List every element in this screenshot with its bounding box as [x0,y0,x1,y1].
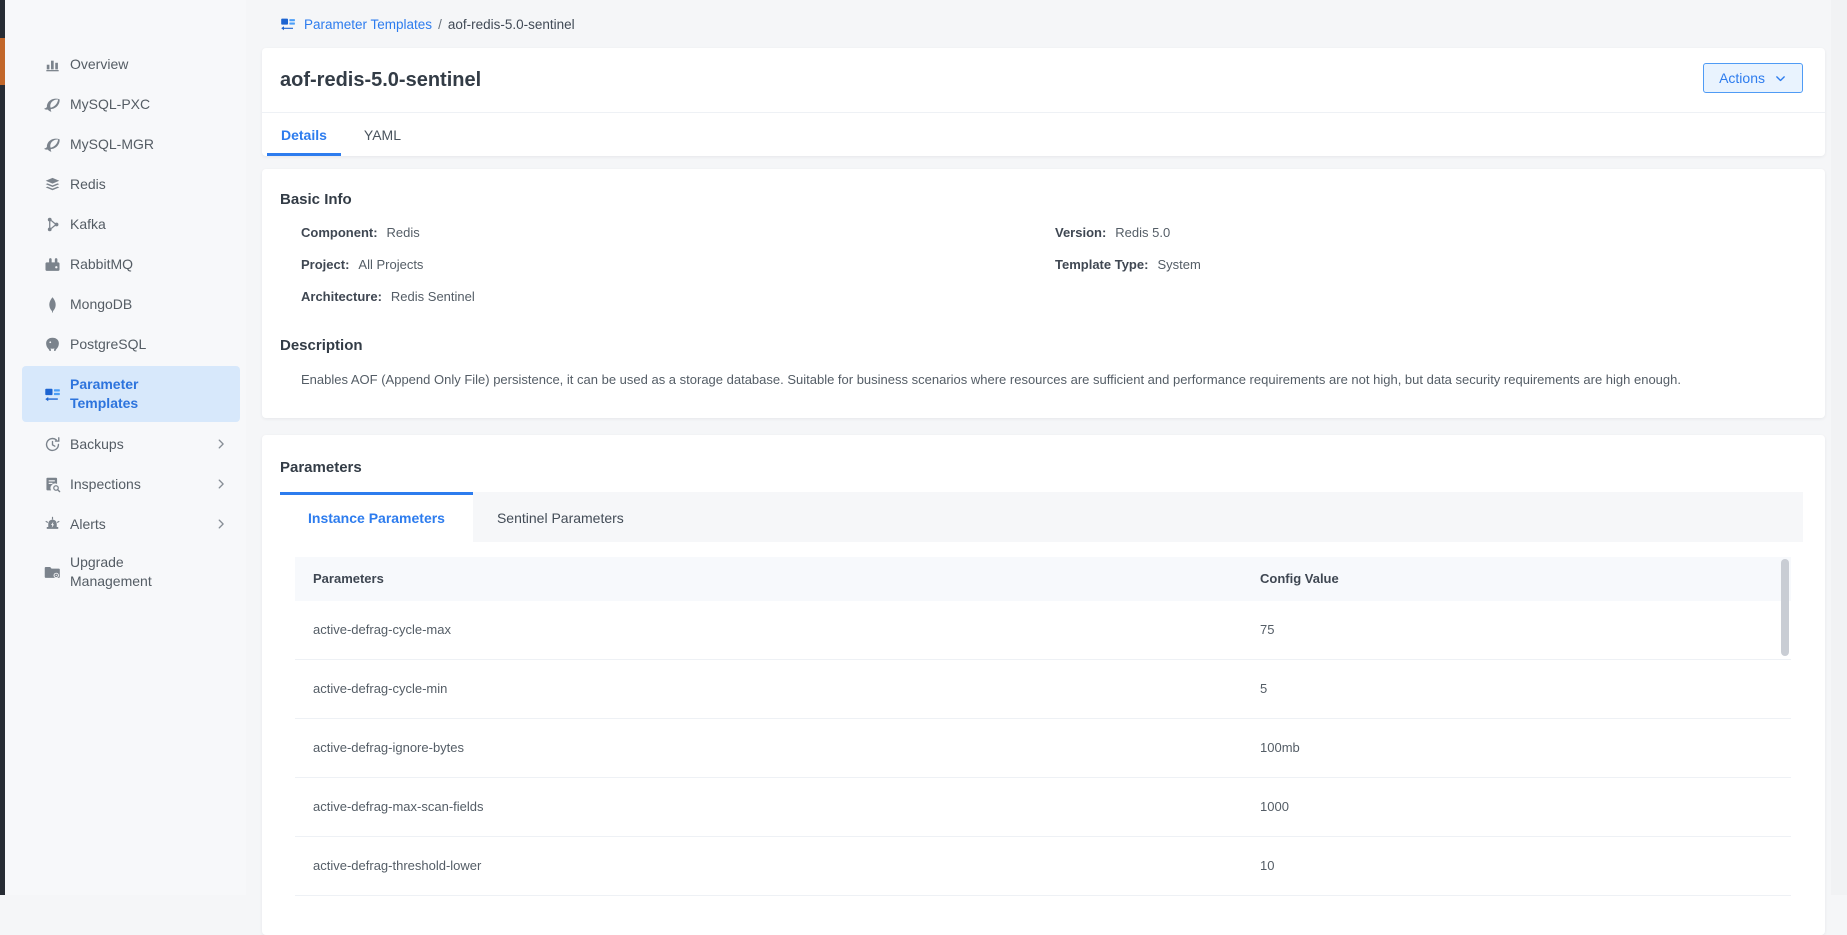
description-heading: Description [280,337,1801,354]
parameter-name-cell: active-defrag-threshold-lower [295,858,1260,873]
field-template-type: Template Type:System [1055,258,1801,271]
parameters-card: Parameters Instance Parameters Sentinel … [262,435,1825,935]
bar-chart-icon [44,56,61,73]
breadcrumb: Parameter Templates / aof-redis-5.0-sent… [246,0,1847,48]
detail-header-top: aof-redis-5.0-sentinel [262,48,1825,113]
parameter-templates-icon [44,386,61,403]
field-component: Component:Redis [301,226,1055,239]
sidebar-item-backups[interactable]: Backups [22,424,240,464]
parameters-table: Parameters Config Value active-defrag-cy… [295,557,1791,896]
sidebar-item-mongodb[interactable]: MongoDB [22,284,240,324]
layers-icon [44,176,61,193]
folder-gear-icon [44,564,61,581]
column-header-config-value: Config Value [1260,571,1791,586]
sidebar-item-mysql-mgr[interactable]: MySQL-MGR [22,124,240,164]
detail-header-card: aof-redis-5.0-sentinel Actions Details Y… [262,48,1825,156]
sidebar-item-label: Inspections [70,475,192,494]
table-row: active-defrag-max-scan-fields 1000 [295,778,1791,837]
tab-sentinel-parameters[interactable]: Sentinel Parameters [473,492,648,542]
sidebar-item-label: MySQL-PXC [70,95,192,114]
sidebar-item-kafka[interactable]: Kafka [22,204,240,244]
sidebar-nav: Overview MySQL-PXC MySQL-MGR Redis Kafka [5,0,246,600]
rabbitmq-icon [44,256,61,273]
tab-instance-parameters[interactable]: Instance Parameters [280,492,473,542]
field-project: Project:All Projects [301,258,1055,271]
main-content: Parameter Templates / aof-redis-5.0-sent… [246,0,1847,895]
chevron-down-icon [1774,72,1787,85]
kafka-nodes-icon [44,216,61,233]
parameter-name-cell: active-defrag-max-scan-fields [295,799,1260,814]
sidebar-item-rabbitmq[interactable]: RabbitMQ [22,244,240,284]
sidebar-item-label: Parameter Templates [70,375,192,413]
sidebar-item-parameter-templates[interactable]: Parameter Templates [22,366,240,422]
sidebar-item-upgrade-management[interactable]: Upgrade Management [22,544,240,600]
sidebar-item-label: MongoDB [70,295,192,314]
sidebar-item-label: Kafka [70,215,192,234]
mysql-dolphin-icon [44,96,61,113]
table-row: active-defrag-cycle-min 5 [295,660,1791,719]
parameters-heading: Parameters [280,459,1803,476]
sidebar-item-label: Overview [70,55,192,74]
basic-info-fields: Component:Redis Project:All Projects Arc… [301,226,1801,322]
table-row: active-defrag-threshold-lower 10 [295,837,1791,896]
config-value-cell: 75 [1260,622,1791,637]
table-scrollbar-thumb[interactable] [1781,559,1789,656]
parameter-templates-icon [280,16,296,32]
basic-info-left-column: Component:Redis Project:All Projects Arc… [301,226,1055,322]
actions-button[interactable]: Actions [1703,63,1803,93]
field-version: Version:Redis 5.0 [1055,226,1801,239]
sidebar: Overview MySQL-PXC MySQL-MGR Redis Kafka [5,0,246,895]
app-root: Overview MySQL-PXC MySQL-MGR Redis Kafka [0,0,1847,895]
parameter-name-cell: active-defrag-cycle-min [295,681,1260,696]
breadcrumb-separator: / [438,17,442,32]
page-title: aof-redis-5.0-sentinel [280,68,1801,92]
sidebar-item-alerts[interactable]: Alerts [22,504,240,544]
table-header-row: Parameters Config Value [295,557,1791,601]
sidebar-item-label: Upgrade Management [70,553,192,591]
page-scrollbar-track[interactable] [1831,0,1847,895]
chevron-right-icon [214,437,228,451]
sidebar-item-label: PostgreSQL [70,335,192,354]
alert-siren-icon [44,516,61,533]
config-value-cell: 1000 [1260,799,1791,814]
description-text: Enables AOF (Append Only File) persisten… [301,370,1801,390]
parameter-name-cell: active-defrag-ignore-bytes [295,740,1260,755]
config-value-cell: 10 [1260,858,1791,873]
basic-info-card: Basic Info Component:Redis Project:All P… [262,169,1825,418]
breadcrumb-current: aof-redis-5.0-sentinel [448,17,575,32]
field-architecture: Architecture:Redis Sentinel [301,290,1055,303]
actions-button-label: Actions [1719,70,1765,86]
column-header-parameters: Parameters [295,571,1260,586]
tab-details[interactable]: Details [267,113,341,156]
mysql-dolphin-icon [44,136,61,153]
tab-yaml[interactable]: YAML [350,113,415,156]
backup-restore-icon [44,436,61,453]
breadcrumb-link-parameter-templates[interactable]: Parameter Templates [304,17,432,32]
config-value-cell: 100mb [1260,740,1791,755]
sidebar-item-label: Backups [70,435,192,454]
chevron-right-icon [214,477,228,491]
detail-tabs: Details YAML [262,113,1825,156]
sidebar-item-redis[interactable]: Redis [22,164,240,204]
config-value-cell: 5 [1260,681,1791,696]
sidebar-item-label: MySQL-MGR [70,135,192,154]
chevron-right-icon [214,517,228,531]
parameter-name-cell: active-defrag-cycle-max [295,622,1260,637]
basic-info-right-column: Version:Redis 5.0 Template Type:System [1055,226,1801,322]
sidebar-item-inspections[interactable]: Inspections [22,464,240,504]
sidebar-item-label: Redis [70,175,192,194]
sidebar-item-label: RabbitMQ [70,255,192,274]
inspection-doc-icon [44,476,61,493]
parameters-tabs: Instance Parameters Sentinel Parameters [280,492,1803,542]
basic-info-heading: Basic Info [280,191,1801,208]
sidebar-item-mysql-pxc[interactable]: MySQL-PXC [22,84,240,124]
elephant-icon [44,336,61,353]
sidebar-item-label: Alerts [70,515,192,534]
sidebar-item-overview[interactable]: Overview [22,44,240,84]
leaf-icon [44,296,61,313]
sidebar-item-postgresql[interactable]: PostgreSQL [22,324,240,364]
table-row: active-defrag-cycle-max 75 [295,601,1791,660]
table-row: active-defrag-ignore-bytes 100mb [295,719,1791,778]
